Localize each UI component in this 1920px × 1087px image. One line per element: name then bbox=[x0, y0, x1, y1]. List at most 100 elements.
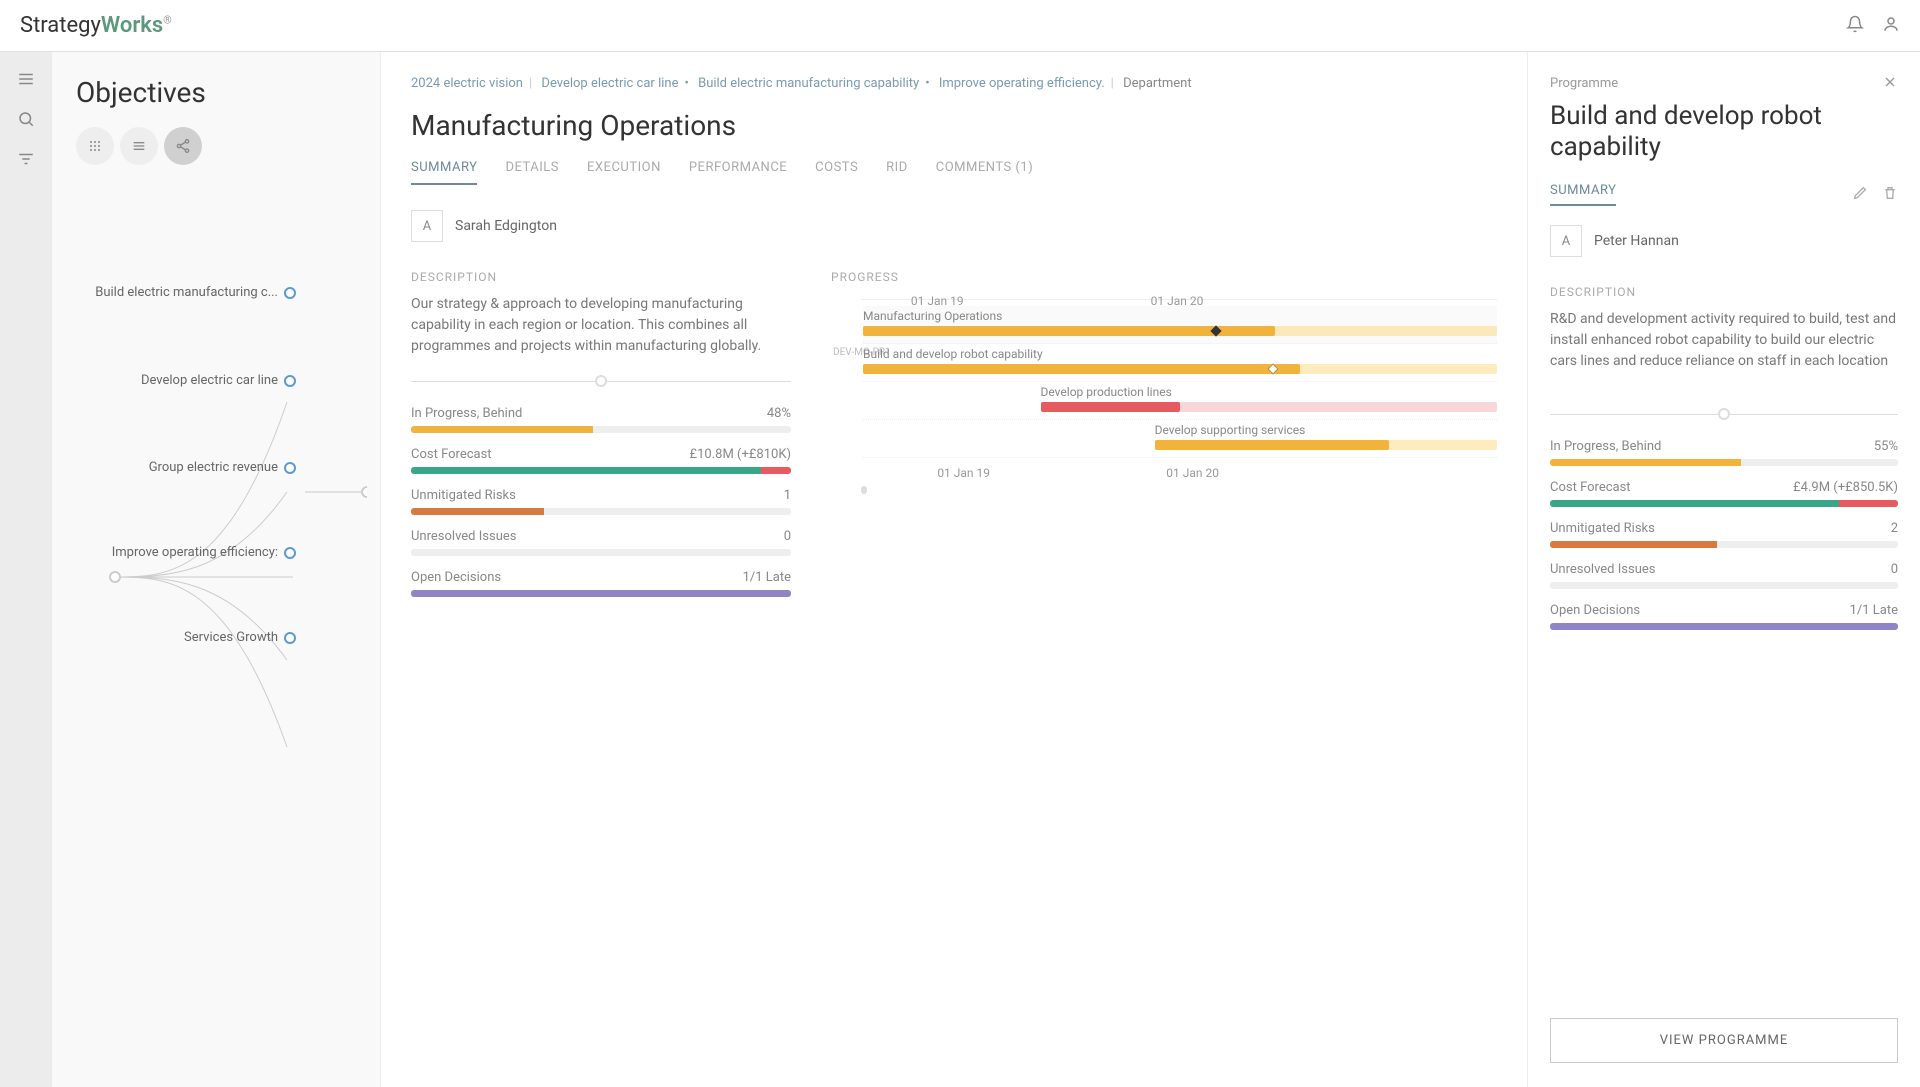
gantt-bar-progress bbox=[1155, 440, 1390, 450]
metric: Unresolved Issues 0 bbox=[411, 529, 791, 556]
gantt-label: Manufacturing Operations bbox=[863, 309, 1002, 323]
view-share-icon[interactable] bbox=[164, 127, 202, 165]
edit-icon[interactable] bbox=[1852, 185, 1868, 205]
description-text: Our strategy & approach to developing ma… bbox=[411, 294, 791, 357]
metric-label: Unresolved Issues bbox=[1550, 562, 1655, 577]
metric-bar bbox=[411, 467, 791, 474]
tab-comments[interactable]: COMMENTS (1) bbox=[936, 160, 1033, 185]
metric-value: 2 bbox=[1891, 521, 1898, 536]
breadcrumb-link[interactable]: 2024 electric vision bbox=[411, 76, 523, 91]
tree-node[interactable]: Services Growth bbox=[184, 630, 296, 645]
breadcrumb-link[interactable]: Build electric manufacturing capability bbox=[698, 76, 919, 91]
metric-bar bbox=[411, 590, 791, 597]
metric-bar bbox=[1550, 541, 1898, 548]
metric: Unmitigated Risks 1 bbox=[411, 488, 791, 515]
metric-bar bbox=[1550, 623, 1898, 630]
metric-value: 48% bbox=[767, 406, 791, 421]
filter-icon[interactable] bbox=[17, 150, 35, 172]
tree-node[interactable]: Develop electric car line bbox=[141, 373, 296, 388]
view-list-icon[interactable] bbox=[120, 127, 158, 165]
avatar[interactable]: A bbox=[1550, 225, 1582, 257]
metric-label: Unmitigated Risks bbox=[1550, 521, 1655, 536]
metric-value: 1/1 Late bbox=[1850, 603, 1898, 618]
tree-node[interactable]: Improve operating efficiency: bbox=[112, 545, 296, 560]
metric-label: Unmitigated Risks bbox=[411, 488, 516, 503]
leftrail bbox=[0, 52, 52, 1087]
panel-tab-summary[interactable]: SUMMARY bbox=[1550, 183, 1616, 206]
metric-label: Unresolved Issues bbox=[411, 529, 516, 544]
gantt-row[interactable]: Develop supporting services bbox=[863, 420, 1497, 458]
metric-label: In Progress, Behind bbox=[411, 406, 522, 421]
metric-label: In Progress, Behind bbox=[1550, 439, 1661, 454]
tree-panel: Objectives Build electric manufacturing … bbox=[52, 52, 380, 1087]
metric-bar bbox=[411, 426, 791, 433]
center-panel: 2024 electric vision| Develop electric c… bbox=[380, 52, 1528, 1087]
gantt-label: Develop production lines bbox=[1041, 385, 1172, 399]
metric-bar bbox=[1550, 459, 1898, 466]
breadcrumb-current: Department bbox=[1123, 76, 1192, 91]
metric: In Progress, Behind 55% bbox=[1550, 439, 1898, 466]
tree-node[interactable]: Build electric manufacturing c... bbox=[95, 285, 296, 300]
panel-kind: Programme bbox=[1550, 76, 1898, 91]
gantt-date: 01 Jan 19 bbox=[937, 466, 990, 480]
tab-performance[interactable]: PERFORMANCE bbox=[689, 160, 787, 185]
page-title: Manufacturing Operations bbox=[411, 109, 1497, 142]
metric-value: 0 bbox=[784, 529, 791, 544]
tree-node[interactable]: Group electric revenue bbox=[149, 460, 296, 475]
topbar: StrategyWorks® bbox=[0, 0, 1920, 52]
logo: StrategyWorks® bbox=[20, 13, 172, 38]
breadcrumb-link[interactable]: Develop electric car line bbox=[541, 76, 678, 91]
view-grid-icon[interactable] bbox=[76, 127, 114, 165]
tab-costs[interactable]: COSTS bbox=[815, 160, 858, 185]
progress-label: PROGRESS bbox=[831, 270, 1497, 284]
breadcrumb-link[interactable]: Improve operating efficiency. bbox=[939, 76, 1105, 91]
metric-value: 1 bbox=[784, 488, 791, 503]
search-icon[interactable] bbox=[17, 110, 35, 132]
gantt-bar-progress bbox=[1041, 402, 1180, 412]
metric: Open Decisions 1/1 Late bbox=[1550, 603, 1898, 630]
metric-bar bbox=[411, 549, 791, 556]
tab-rid[interactable]: RID bbox=[886, 160, 908, 185]
metric-label: Open Decisions bbox=[411, 570, 501, 585]
metric-value: £4.9M (+£850.5K) bbox=[1793, 480, 1898, 495]
tree-connector-icon bbox=[107, 362, 367, 792]
bell-icon[interactable] bbox=[1846, 15, 1864, 37]
metric-value: 0 bbox=[1891, 562, 1898, 577]
description-label: DESCRIPTION bbox=[1550, 285, 1898, 299]
metric: Cost Forecast£4.9M (+£850.5K) bbox=[1550, 480, 1898, 507]
gantt-label: Build and develop robot capability bbox=[863, 347, 1043, 361]
metric-value: 55% bbox=[1874, 439, 1898, 454]
metric: Unresolved Issues 0 bbox=[1550, 562, 1898, 589]
gantt-date: 01 Jan 20 bbox=[1166, 466, 1219, 480]
gantt-row[interactable]: Develop production lines bbox=[863, 382, 1497, 420]
metric-label: Open Decisions bbox=[1550, 603, 1640, 618]
avatar[interactable]: A bbox=[411, 210, 443, 242]
description-text: R&D and development activity required to… bbox=[1550, 309, 1898, 372]
view-programme-button[interactable]: VIEW PROGRAMME bbox=[1550, 1018, 1898, 1063]
divider bbox=[411, 381, 791, 382]
metric-bar bbox=[1550, 500, 1898, 507]
close-icon[interactable] bbox=[1882, 74, 1898, 94]
gantt-bar-progress bbox=[863, 364, 1300, 374]
metric-value: £10.8M (+£810K) bbox=[690, 447, 791, 462]
tab-summary[interactable]: SUMMARY bbox=[411, 160, 477, 185]
divider bbox=[1550, 414, 1898, 415]
metric-value: 1/1 Late bbox=[743, 570, 791, 585]
panel-title: Build and develop robot capability bbox=[1550, 101, 1898, 163]
description-label: DESCRIPTION bbox=[411, 270, 791, 284]
metric-bar bbox=[411, 508, 791, 515]
gantt-scrollbar[interactable] bbox=[861, 486, 867, 494]
tab-execution[interactable]: EXECUTION bbox=[587, 160, 661, 185]
gantt-row[interactable]: Manufacturing Operations bbox=[863, 306, 1497, 344]
gantt-row[interactable]: DEV-MO-PR1Build and develop robot capabi… bbox=[863, 344, 1497, 382]
metric-label: Cost Forecast bbox=[411, 447, 492, 462]
metric: Unmitigated Risks 2 bbox=[1550, 521, 1898, 548]
owner-name: Peter Hannan bbox=[1594, 233, 1679, 249]
gantt-label: Develop supporting services bbox=[1155, 423, 1306, 437]
metric: Open Decisions 1/1 Late bbox=[411, 570, 791, 597]
menu-icon[interactable] bbox=[17, 70, 35, 92]
tab-details[interactable]: DETAILS bbox=[505, 160, 559, 185]
delete-icon[interactable] bbox=[1882, 185, 1898, 205]
user-icon[interactable] bbox=[1882, 15, 1900, 37]
metric-bar bbox=[1550, 582, 1898, 589]
